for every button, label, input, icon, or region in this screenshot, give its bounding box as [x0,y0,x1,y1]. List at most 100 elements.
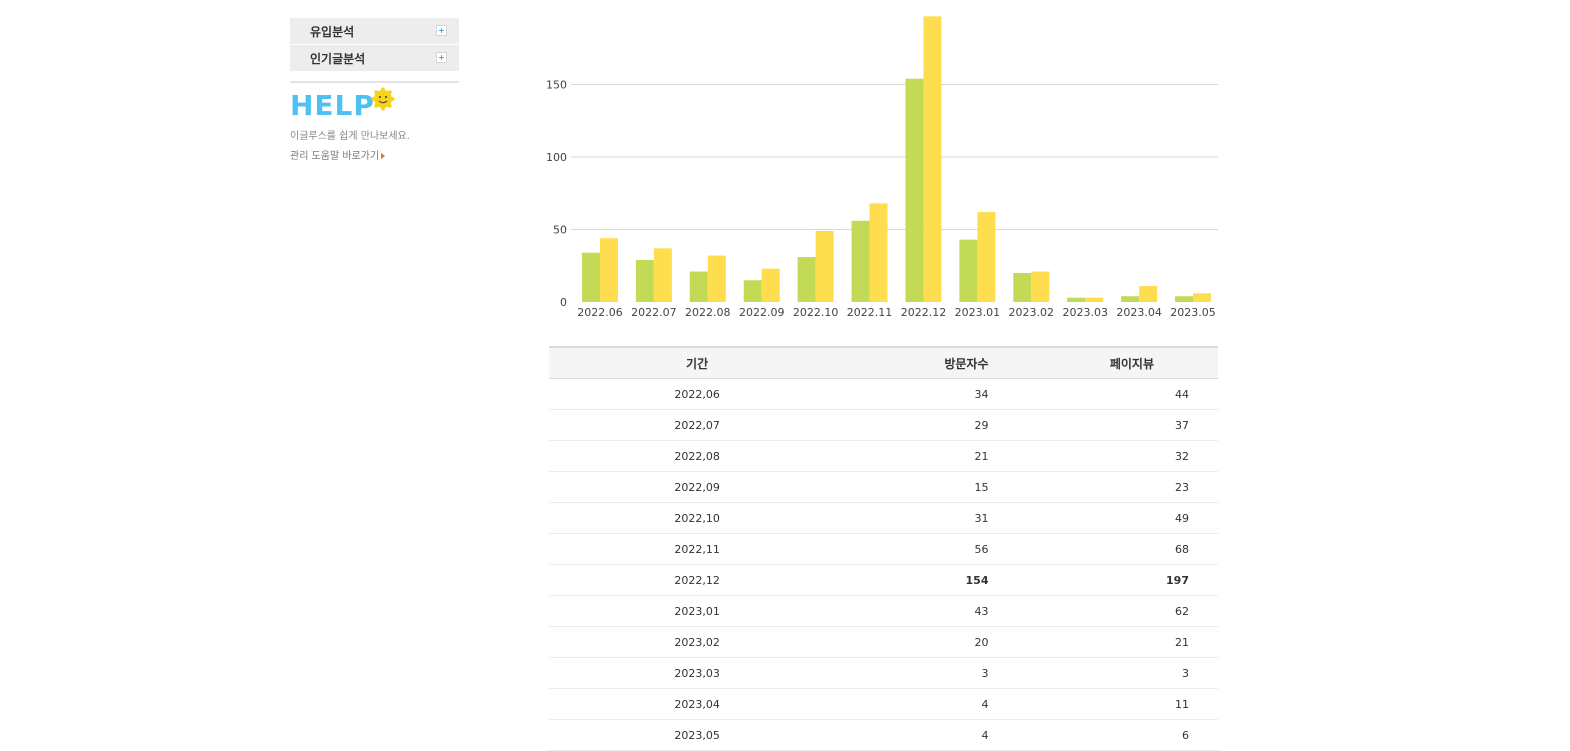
bar [905,78,924,302]
bar [977,212,996,302]
table-row: 2022,12 154 197 [549,564,1218,596]
cell-pageviews: 21 [988,626,1218,658]
bar-chart: 0 50 100 150 2022.06 2022.07 2022.08 2022.09 202… [540,0,1230,330]
cell-visitors: 21 [845,440,989,472]
arrow-right-icon [381,153,386,159]
bar [1067,297,1086,302]
help-link-label: 관리 도움말 바로가기 [290,151,380,162]
table-row: 2023,03 3 3 [549,657,1218,689]
x-tick-label: 2022.06 [577,306,623,319]
table-row: 2022,07 29 37 [549,409,1218,441]
stats-table: 기간 방문자수 페이지뷰 2022,06 34 44 2022,07 29 37 2022,… [549,346,1218,751]
cell-pageviews: 32 [988,440,1218,472]
help-box: HELP 이글루스를 쉽게 만나보세요. 관리 도움말 바로가기 [290,85,459,165]
bar [689,271,708,302]
cell-period: 2023,05 [549,719,846,751]
bar [1031,271,1050,302]
bar [815,230,834,302]
cell-period: 2023,02 [549,626,846,658]
x-tick-label: 2023.03 [1062,306,1108,319]
cell-visitors: 20 [845,626,989,658]
cell-visitors: 154 [845,564,989,596]
bar [707,255,726,302]
cell-visitors: 3 [845,657,989,689]
sidebar: 유입분석 인기글분석 HELP 이글루스를 쉽게 만나보세요. 관리 도움말 바… [290,18,459,165]
y-tick-label: 50 [553,224,567,237]
cell-pageviews: 44 [988,378,1218,410]
cell-pageviews: 6 [988,719,1218,751]
menu-item-popular-posts-analysis[interactable]: 인기글분석 [290,45,459,71]
bar [653,248,672,302]
cell-period: 2023,01 [549,595,846,627]
bar [851,220,870,302]
cell-pageviews: 49 [988,502,1218,534]
cell-pageviews: 3 [988,657,1218,689]
cell-period: 2023,03 [549,657,846,689]
bar [599,238,618,302]
header-visitors: 방문자수 [845,346,989,379]
x-tick-label: 2023.02 [1009,306,1055,319]
help-logo: HELP [290,89,375,122]
bar [1013,273,1032,302]
x-tick-label: 2022.07 [631,306,677,319]
help-description: 이글루스를 쉽게 만나보세요. [290,131,410,142]
x-tick-label: 2022.12 [901,306,947,319]
bar [761,268,780,302]
cell-visitors: 56 [845,533,989,565]
bar [1085,297,1104,302]
table-row: 2022,10 31 49 [549,502,1218,534]
table-row: 2023,01 43 62 [549,595,1218,627]
cell-pageviews: 37 [988,409,1218,441]
cell-visitors: 43 [845,595,989,627]
bar [797,257,816,302]
table-header-row: 기간 방문자수 페이지뷰 [549,346,1218,379]
x-tick-label: 2023.05 [1170,306,1216,319]
plus-icon[interactable] [436,52,447,63]
bar [1193,293,1212,302]
header-pageviews: 페이지뷰 [988,346,1218,379]
bar [923,16,942,302]
table-row: 2023,05 4 6 [549,719,1218,751]
table-row: 2022,06 34 44 [549,378,1218,410]
x-tick-label: 2023.04 [1116,306,1162,319]
chart-svg: 0 50 100 150 2022.06 2022.07 2022.08 2022.09 202… [546,16,1218,319]
menu-item-label: 인기글분석 [310,52,366,66]
cell-period: 2022,11 [549,533,846,565]
help-link[interactable]: 관리 도움말 바로가기 [290,147,386,162]
cell-pageviews: 68 [988,533,1218,565]
cell-visitors: 4 [845,688,989,720]
table-row: 2023,04 4 11 [549,688,1218,720]
bar [743,280,762,302]
bar [1175,296,1194,302]
x-tick-label: 2022.11 [847,306,893,319]
bar [869,203,888,302]
x-tick-label: 2023.01 [955,306,1001,319]
x-tick-label: 2022.09 [739,306,785,319]
cell-period: 2022,07 [549,409,846,441]
cell-period: 2022,12 [549,564,846,596]
cell-period: 2022,06 [549,378,846,410]
table-row: 2022,11 56 68 [549,533,1218,565]
cell-period: 2022,09 [549,471,846,503]
cell-pageviews: 197 [988,564,1218,596]
smiley-icon [371,87,395,111]
cell-pageviews: 11 [988,688,1218,720]
bar [959,239,978,302]
table-row: 2023,02 20 21 [549,626,1218,658]
cell-visitors: 31 [845,502,989,534]
table-row: 2022,09 15 23 [549,471,1218,503]
menu-item-label: 유입분석 [310,25,355,39]
bar [581,252,600,302]
cell-period: 2022,08 [549,440,846,472]
cell-visitors: 29 [845,409,989,441]
y-tick-label: 0 [560,296,567,309]
y-tick-label: 150 [546,79,567,92]
plus-icon[interactable] [436,25,447,36]
cell-period: 2022,10 [549,502,846,534]
cell-visitors: 34 [845,378,989,410]
y-tick-label: 100 [546,151,567,164]
bar [1121,296,1140,302]
cell-visitors: 4 [845,719,989,751]
cell-pageviews: 23 [988,471,1218,503]
menu-item-inflow-analysis[interactable]: 유입분석 [290,18,459,44]
